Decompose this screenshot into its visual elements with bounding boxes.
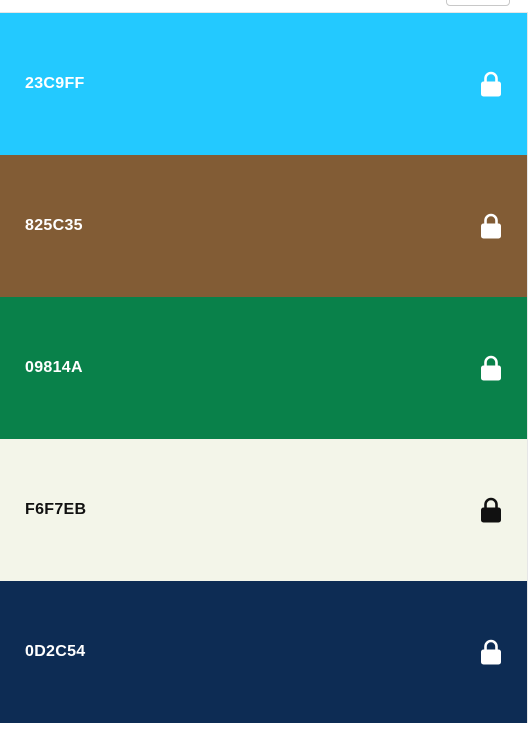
lock-icon[interactable] [479, 355, 503, 381]
hex-code-label[interactable]: 23C9FF [25, 75, 85, 93]
color-swatch[interactable]: 23C9FF [0, 13, 527, 155]
color-swatch[interactable]: 825C35 [0, 155, 527, 297]
hex-code-label[interactable]: 0D2C54 [25, 643, 86, 661]
color-swatch[interactable]: 09814A [0, 297, 527, 439]
hex-code-label[interactable]: F6F7EB [25, 501, 86, 519]
lock-icon[interactable] [479, 213, 503, 239]
top-toolbar [0, 0, 528, 13]
lock-icon[interactable] [479, 71, 503, 97]
hex-code-label[interactable]: 09814A [25, 359, 83, 377]
lock-icon[interactable] [479, 497, 503, 523]
toolbar-button[interactable] [446, 0, 510, 6]
color-palette: 23C9FF 825C35 09814A F6F7EB 0D2C54 [0, 13, 527, 723]
hex-code-label[interactable]: 825C35 [25, 217, 83, 235]
color-swatch[interactable]: 0D2C54 [0, 581, 527, 723]
lock-icon[interactable] [479, 639, 503, 665]
color-swatch[interactable]: F6F7EB [0, 439, 527, 581]
bottom-strip [0, 723, 528, 729]
